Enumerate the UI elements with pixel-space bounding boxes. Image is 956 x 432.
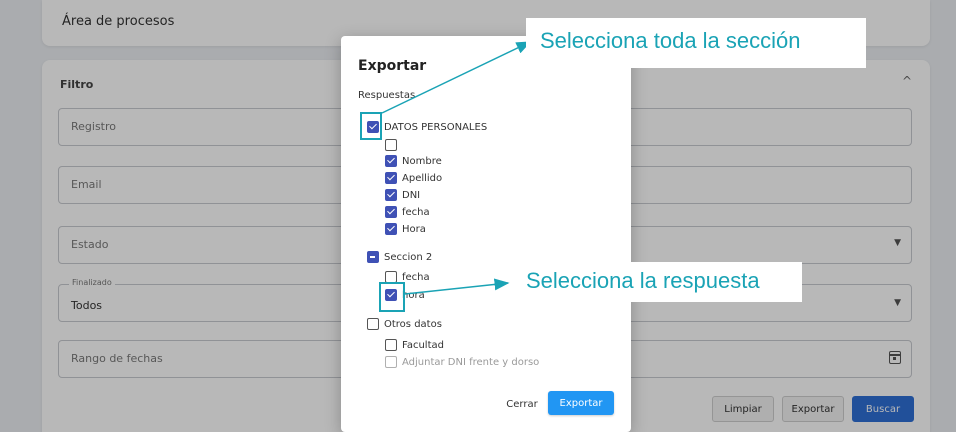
blank-checkbox[interactable] xyxy=(385,139,397,151)
nombre-option[interactable]: Nombre xyxy=(385,154,442,168)
adjuntar-label: Adjuntar DNI frente y dorso xyxy=(402,356,540,368)
fecha-label-2: fecha xyxy=(402,271,430,283)
otros-datos-label: Otros datos xyxy=(384,318,442,330)
export-dialog: Exportar Respuestas DATOS PERSONALES Nom… xyxy=(341,36,631,432)
facultad-option[interactable]: Facultad xyxy=(385,338,444,352)
dialog-title: Exportar xyxy=(358,58,427,74)
seccion2-option[interactable]: Seccion 2 xyxy=(367,250,432,264)
dni-checkbox[interactable] xyxy=(385,189,397,201)
seccion2-label: Seccion 2 xyxy=(384,251,433,263)
hora-label-1: Hora xyxy=(402,223,426,235)
datos-personales-option[interactable]: DATOS PERSONALES xyxy=(367,120,487,134)
highlight-box-section xyxy=(360,112,382,140)
fecha-label-1: fecha xyxy=(402,206,430,218)
dni-label: DNI xyxy=(402,189,421,201)
blank-option[interactable] xyxy=(385,138,397,152)
callout-select-answer: Selecciona la respuesta xyxy=(512,262,802,302)
exportar-button[interactable]: Exportar xyxy=(548,391,614,415)
fecha-option-1[interactable]: fecha xyxy=(385,205,430,219)
cerrar-button[interactable]: Cerrar xyxy=(499,393,545,415)
hora-checkbox-1[interactable] xyxy=(385,223,397,235)
seccion2-checkbox[interactable] xyxy=(367,251,379,263)
respuestas-heading: Respuestas xyxy=(358,90,416,101)
otros-datos-checkbox[interactable] xyxy=(367,318,379,330)
nombre-label: Nombre xyxy=(402,155,442,167)
dni-option[interactable]: DNI xyxy=(385,188,420,202)
otros-datos-option[interactable]: Otros datos xyxy=(367,317,442,331)
highlight-box-answer xyxy=(379,282,405,312)
datos-personales-label: DATOS PERSONALES xyxy=(384,121,488,133)
callout-select-section: Selecciona toda la sección xyxy=(526,18,866,68)
fecha-checkbox-1[interactable] xyxy=(385,206,397,218)
adjuntar-checkbox xyxy=(385,356,397,368)
nombre-checkbox[interactable] xyxy=(385,155,397,167)
apellido-label: Apellido xyxy=(402,172,443,184)
adjuntar-option: Adjuntar DNI frente y dorso xyxy=(385,355,539,369)
hora-option-1[interactable]: Hora xyxy=(385,222,426,236)
apellido-option[interactable]: Apellido xyxy=(385,171,442,185)
facultad-checkbox[interactable] xyxy=(385,339,397,351)
hora-label-2: hora xyxy=(402,289,425,301)
facultad-label: Facultad xyxy=(402,339,444,351)
apellido-checkbox[interactable] xyxy=(385,172,397,184)
